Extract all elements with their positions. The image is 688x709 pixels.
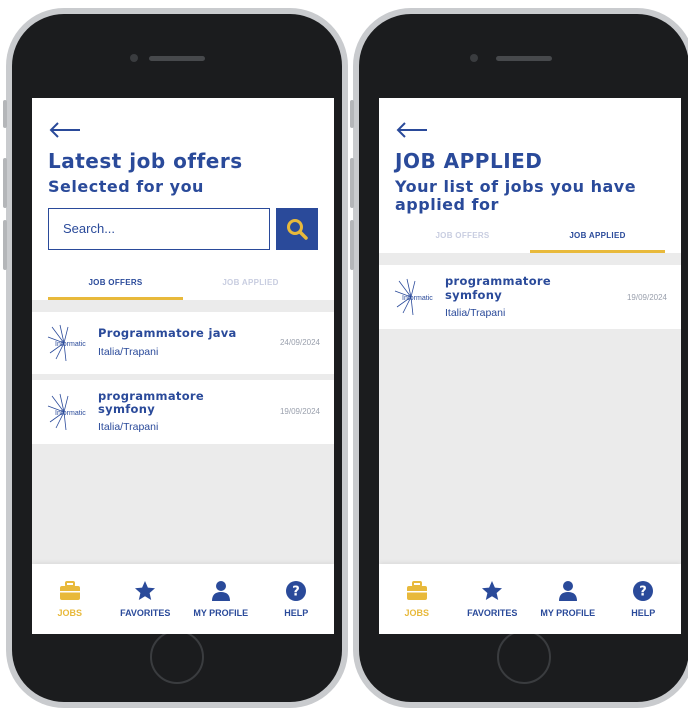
nav-favorites[interactable]: FAVORITES — [110, 580, 180, 618]
tab-job-offers[interactable]: JOB OFFERS — [48, 278, 183, 300]
nav-label: FAVORITES — [467, 608, 518, 618]
job-card[interactable]: Informatic Programmatore java Italia/Tra… — [32, 311, 334, 374]
nav-label: JOBS — [57, 608, 82, 618]
job-location: Italia/Trapani — [98, 421, 159, 434]
job-card[interactable]: Informatic programmatore symfony Italia/… — [379, 265, 681, 330]
user-icon — [211, 581, 230, 601]
tab-bar: JOB OFFERS JOB APPLIED — [395, 231, 665, 254]
star-icon — [482, 581, 503, 600]
tab-label: JOB OFFERS — [435, 231, 490, 241]
nav-favorites[interactable]: FAVORITES — [457, 580, 527, 618]
job-location: Italia/Trapani — [98, 345, 159, 358]
phone-bezel: JOB APPLIED Your list of jobs you have a… — [359, 14, 688, 702]
job-title: Programmatore java — [98, 326, 237, 341]
camera — [470, 54, 478, 62]
earpiece — [149, 56, 205, 61]
page-subtitle: Selected for you — [48, 177, 204, 196]
briefcase-icon — [406, 581, 427, 600]
nav-label: HELP — [284, 608, 309, 618]
help-icon: ? — [286, 581, 307, 601]
tab-job-applied[interactable]: JOB APPLIED — [530, 231, 665, 254]
back-arrow-icon[interactable] — [48, 120, 82, 140]
bottom-nav: JOBS FAVORITES MY PROFILE ? HELP — [32, 564, 334, 634]
home-button[interactable] — [497, 630, 551, 684]
job-card[interactable]: Informatic programmatore symfony Italia/… — [32, 379, 334, 444]
briefcase-icon — [59, 581, 80, 600]
phone-frame-right: JOB APPLIED Your list of jobs you have a… — [350, 8, 688, 708]
nav-help[interactable]: ? HELP — [608, 580, 678, 618]
volume-button — [350, 100, 354, 128]
job-date: 24/09/2024 — [279, 338, 320, 348]
nav-jobs[interactable]: JOBS — [382, 580, 452, 618]
nav-help[interactable]: ? HELP — [261, 580, 331, 618]
camera — [130, 54, 138, 62]
nav-jobs[interactable]: JOBS — [35, 580, 105, 618]
header: JOB APPLIED Your list of jobs you have a… — [379, 98, 681, 254]
tab-indicator — [183, 297, 318, 300]
svg-text:?: ? — [639, 585, 647, 600]
tab-label: JOB APPLIED — [222, 277, 279, 287]
star-icon — [135, 581, 156, 600]
job-date: 19/09/2024 — [626, 292, 667, 302]
job-info: Programmatore java Italia/Trapani — [90, 326, 280, 358]
volume-button — [350, 220, 354, 270]
svg-text:Informatic: Informatic — [402, 295, 433, 302]
svg-text:Informatic: Informatic — [55, 341, 86, 348]
search-icon — [287, 218, 308, 240]
tab-indicator — [48, 296, 183, 300]
svg-text:?: ? — [292, 585, 300, 600]
page-subtitle: Your list of jobs you have applied for — [395, 177, 637, 214]
search-input[interactable] — [48, 207, 270, 250]
nav-my-profile[interactable]: MY PROFILE — [533, 580, 603, 618]
search-bar — [48, 207, 318, 250]
svg-text:Informatic: Informatic — [55, 410, 86, 417]
tab-job-offers[interactable]: JOB OFFERS — [395, 231, 530, 253]
nav-label: HELP — [631, 608, 656, 618]
tab-label: JOB OFFERS — [88, 277, 143, 287]
screen-job-offers: Latest job offers Selected for you JOB O… — [32, 98, 334, 634]
page-title: Latest job offers — [48, 149, 243, 173]
user-icon — [558, 581, 577, 601]
job-info: programmatore symfony Italia/Trapani — [437, 274, 627, 319]
phone-frame-left: Latest job offers Selected for you JOB O… — [3, 8, 348, 708]
job-date: 19/09/2024 — [279, 407, 320, 417]
company-logo: Informatic — [394, 279, 433, 316]
bottom-nav: JOBS FAVORITES MY PROFILE ? HELP — [379, 564, 681, 634]
nav-my-profile[interactable]: MY PROFILE — [186, 580, 256, 618]
back-arrow-icon[interactable] — [395, 120, 429, 140]
nav-label: FAVORITES — [120, 608, 171, 618]
job-title: programmatore symfony — [445, 274, 551, 302]
nav-label: JOBS — [404, 608, 429, 618]
phone-bezel: Latest job offers Selected for you JOB O… — [12, 14, 342, 702]
volume-button — [3, 220, 7, 270]
tab-label: JOB APPLIED — [569, 231, 626, 241]
company-logo: Informatic — [47, 324, 86, 361]
tab-job-applied[interactable]: JOB APPLIED — [183, 278, 318, 300]
company-logo: Informatic — [47, 393, 86, 430]
page-title: JOB APPLIED — [395, 149, 543, 173]
tab-indicator — [530, 250, 665, 254]
nav-label: MY PROFILE — [193, 608, 249, 618]
job-title: programmatore symfony — [98, 388, 204, 417]
job-location: Italia/Trapani — [445, 306, 506, 319]
home-button[interactable] — [150, 630, 204, 684]
earpiece — [496, 56, 552, 61]
header: Latest job offers Selected for you JOB O… — [32, 98, 334, 300]
tab-bar: JOB OFFERS JOB APPLIED — [48, 278, 318, 300]
search-button[interactable] — [276, 207, 318, 250]
volume-button — [3, 158, 7, 208]
screen-job-applied: JOB APPLIED Your list of jobs you have a… — [379, 98, 681, 634]
help-icon: ? — [633, 581, 654, 601]
volume-button — [3, 100, 7, 128]
job-info: programmatore symfony Italia/Trapani — [90, 388, 280, 434]
nav-label: MY PROFILE — [540, 608, 596, 618]
tab-indicator — [395, 250, 530, 253]
volume-button — [350, 158, 354, 208]
